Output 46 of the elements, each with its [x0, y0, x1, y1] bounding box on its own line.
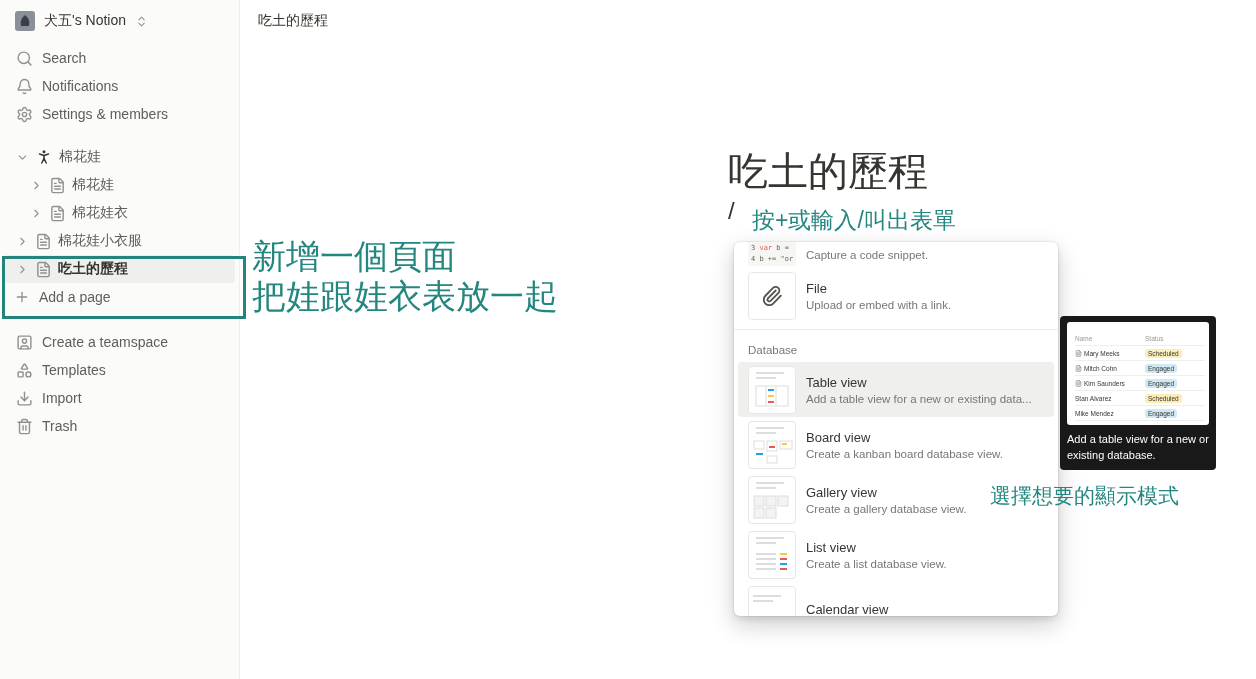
menu-item[interactable]: Board view Create a kanban board database view. [738, 417, 1013, 472]
annotation-text: 選擇想要的顯示模式 [990, 483, 1179, 509]
document-icon [35, 260, 52, 278]
calendar-thumbnail-icon [753, 594, 781, 602]
menu-section-header: Database [747, 343, 799, 358]
sidebar-page[interactable]: 吃土的歷程 [4, 255, 235, 283]
sidebar-page[interactable]: 棉花娃小衣服 [4, 227, 235, 255]
annotation-text: 新增一個頁面 把娃跟娃衣表放一起 [252, 236, 558, 316]
menu-item[interactable]: Table view Add a table view for a new or existing data... [738, 362, 1054, 417]
menu-item[interactable]: File Upload or embed with a link. [738, 268, 962, 323]
settings-icon [16, 105, 33, 123]
sidebar-nav-item[interactable]: Trash [4, 412, 235, 440]
sidebar-nav-item[interactable]: Create a teamspace [4, 328, 235, 356]
sidebar-nav-item[interactable]: Notifications [4, 72, 235, 100]
page-title: 吃土的歷程 [728, 148, 929, 196]
trash-icon [16, 417, 33, 435]
search-icon [16, 49, 33, 67]
annotation-text: 按+或輸入/叫出表單 [752, 206, 956, 235]
breadcrumb[interactable]: 吃土的歷程 [258, 12, 328, 28]
sidebar-nav-item[interactable]: Import [4, 384, 235, 412]
document-icon [1075, 364, 1082, 372]
download-icon [16, 389, 33, 407]
sidebar-page[interactable]: 棉花娃衣 [4, 199, 235, 227]
document-icon [35, 232, 52, 250]
sidebar-nav-item[interactable]: Search [4, 44, 235, 72]
sidebar-nav-item[interactable]: Templates [4, 356, 235, 384]
user-square-icon [16, 333, 33, 351]
document-icon [49, 176, 66, 194]
document-icon [1075, 379, 1082, 387]
document-icon [1075, 349, 1082, 357]
sidebar-page[interactable]: 棉花娃 [4, 171, 235, 199]
document-icon [49, 204, 66, 222]
plus-icon [14, 289, 30, 305]
menu-item[interactable]: List view Create a list database view. [738, 527, 957, 582]
menu-item[interactable]: Calendar view [738, 582, 899, 616]
add-page-button[interactable]: Add a page [4, 283, 235, 311]
menu-item[interactable]: Gallery view Create a gallery database view. [738, 472, 977, 527]
shapes-icon [16, 361, 33, 379]
paperclip-icon [761, 284, 783, 307]
typed-command: / [728, 196, 735, 226]
sidebar-nav-item[interactable]: Settings & members [4, 100, 235, 128]
tooltip-text: Add a table view for a new or existing database. [1067, 432, 1209, 463]
sidebar-page[interactable]: 棉花娃 [4, 143, 235, 171]
workspace-avatar-icon [15, 11, 35, 31]
workspace-switcher[interactable]: 犬五's Notion [4, 7, 235, 35]
bell-icon [16, 77, 33, 95]
